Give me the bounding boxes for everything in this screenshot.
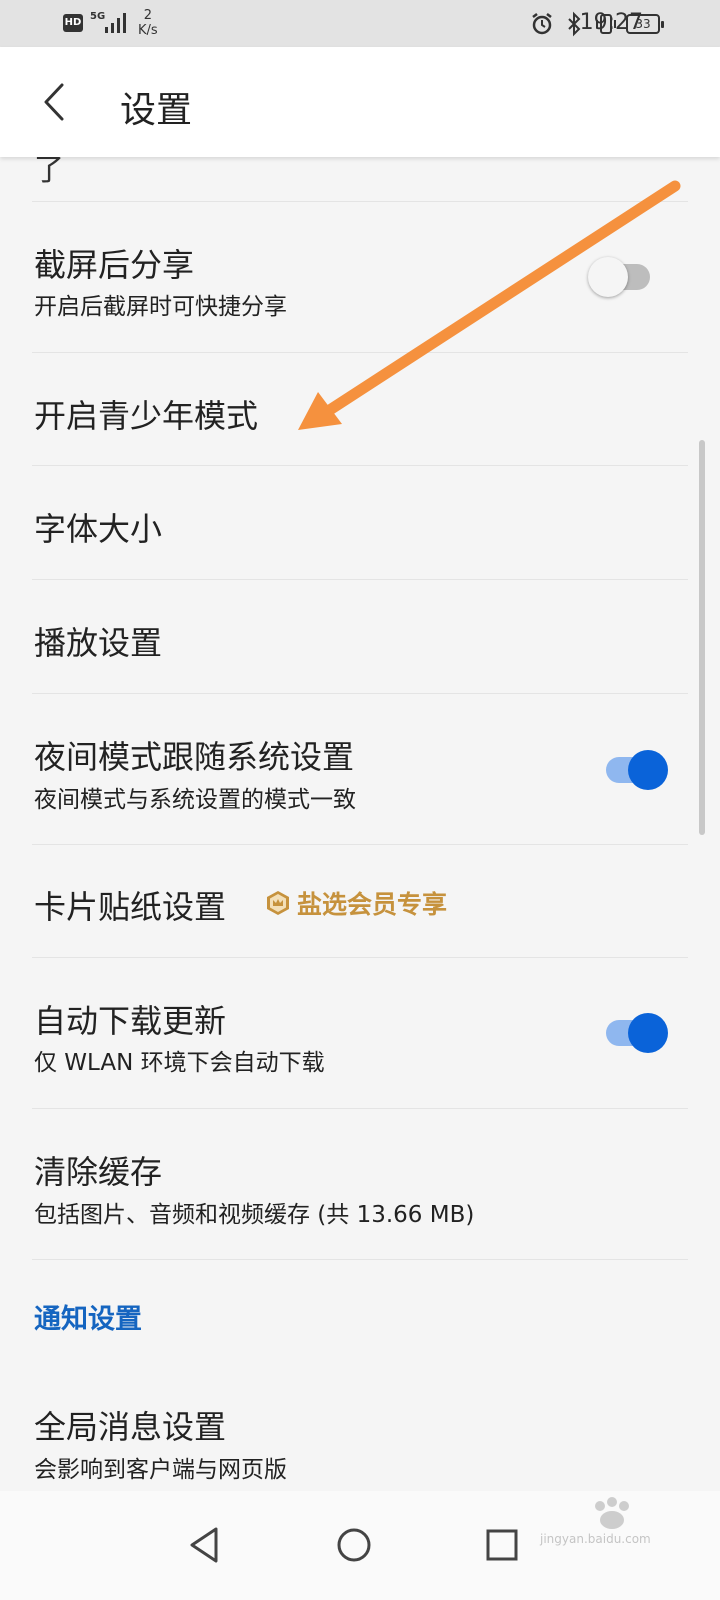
status-bar: HD 5G 2 K/s 33 19:27 [0,0,720,47]
night-mode-toggle[interactable] [600,747,668,791]
vip-badge: 盐选会员专享 [265,885,447,921]
setting-subtitle: 开启后截屏时可快捷分享 [34,294,287,320]
setting-title: 截屏后分享 [34,246,195,284]
setting-title: 清除缓存 [34,1153,163,1191]
partial-row-glyph: 了 [34,157,64,188]
setting-subtitle: 夜间模式与系统设置的模式一致 [34,787,356,813]
setting-title: 字体大小 [34,510,163,548]
divider [32,465,688,466]
setting-title: 自动下载更新 [34,1002,227,1040]
settings-list[interactable]: 了 截屏后分享 开启后截屏时可快捷分享 开启青少年模式 字体大小 播放设置 夜间… [0,157,720,1491]
toggle-knob [588,257,628,297]
section-header-notifications: 通知设置 [34,1304,142,1335]
setting-subtitle: 会影响到客户端与网页版 [34,1457,287,1483]
network-speed: 2 K/s [138,8,158,38]
divider [32,579,688,580]
hd-indicator: HD [63,14,83,32]
divider [32,844,688,845]
setting-title: 开启青少年模式 [34,397,259,435]
alarm-icon [532,13,552,35]
vip-badge-label: 盐选会员专享 [297,890,448,919]
setting-subtitle: 包括图片、音频和视频缓存 (共 13.66 MB) [34,1202,475,1228]
nav-home-icon[interactable] [326,1517,382,1573]
network-speed-unit: K/s [138,23,158,38]
auto-update-toggle[interactable] [600,1010,668,1054]
setting-subtitle: 仅 WLAN 环境下会自动下载 [34,1050,325,1076]
signal-icon [105,13,126,33]
page-title: 设置 [120,90,193,131]
watermark-text: jingyan.baidu.com [540,1532,651,1546]
divider [32,352,688,353]
clock: 19:27 [579,10,643,35]
setting-title: 全局消息设置 [34,1408,227,1446]
network-speed-value: 2 [143,8,152,23]
divider [32,957,688,958]
network-type: 5G [90,11,106,22]
scrollbar[interactable] [699,440,705,835]
toggle-knob [628,1013,668,1053]
setting-title: 播放设置 [34,624,163,662]
back-arrow-icon[interactable] [30,77,80,127]
setting-title: 卡片贴纸设置 [34,888,227,926]
divider [32,201,688,202]
nav-back-icon[interactable] [178,1517,234,1573]
divider [32,1259,688,1260]
screenshot-share-toggle[interactable] [588,254,656,298]
divider [32,1108,688,1109]
nav-recents-icon[interactable] [474,1517,530,1573]
baidu-jingyan-watermark: jingyan.baidu.com [540,1496,680,1556]
setting-title: 夜间模式跟随系统设置 [34,738,355,776]
baidu-paw-logo [595,1497,629,1529]
app-header: 设置 [0,47,720,157]
divider [32,693,688,694]
crown-hexagon-icon [267,891,289,915]
toggle-knob [628,750,668,790]
